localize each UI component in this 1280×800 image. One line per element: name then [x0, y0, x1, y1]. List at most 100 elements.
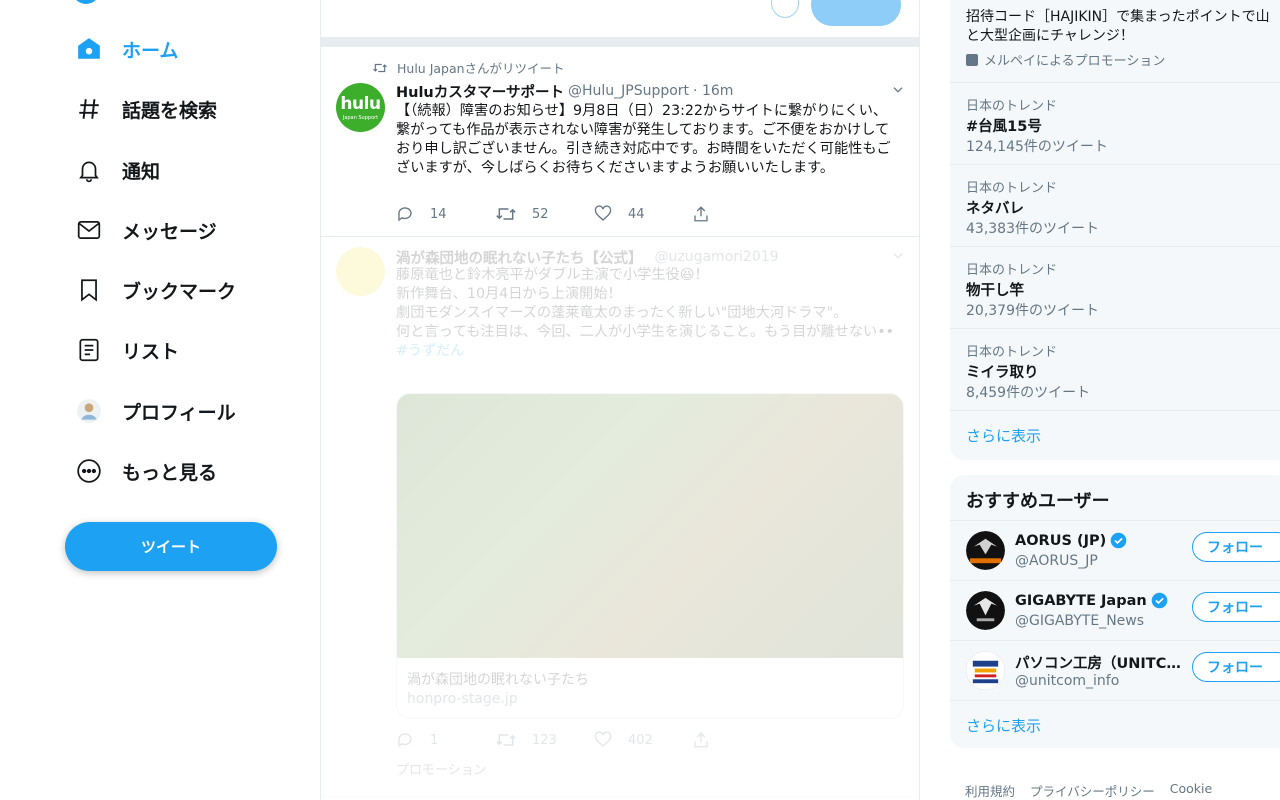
tweet-text: 【（続報）障害のお知らせ】9月8日（日）23:22からサイトに繋がりにくい、繋が… [396, 103, 891, 176]
avatar[interactable]: hulu Japan Support [336, 83, 385, 132]
trends-panel: 招待コード［HAJIKIN］で集まったポイントで山 と大型企画にチャレンジ！ メ… [950, 0, 1280, 460]
nav-notifications[interactable]: 通知 [60, 145, 176, 195]
trend-item[interactable]: 日本のトレンド ネタバレ 43,383件のツイート [950, 164, 1280, 246]
nav-profile[interactable]: プロフィール [60, 386, 252, 436]
retweet-button[interactable]: 123 [496, 731, 557, 749]
chevron-down-icon[interactable] [891, 83, 905, 97]
trend-title: #台風15号 [966, 119, 1042, 135]
avatar-icon [76, 398, 102, 424]
reply-icon [398, 733, 412, 748]
trend-category: 日本のトレンド [966, 99, 1058, 114]
trend-count: 43,383件のツイート [966, 221, 1099, 237]
user-suggestion[interactable]: GIGABYTE Japan @GIGABYTE_News フォロー [950, 580, 1280, 640]
tweet-author-handle[interactable]: @uzugamori2019 [655, 249, 779, 265]
like-button[interactable]: 44 [594, 205, 645, 223]
avatar [966, 591, 1005, 630]
trend-category: 日本のトレンド [966, 345, 1058, 360]
share-button[interactable] [692, 205, 726, 223]
trend-item[interactable]: 日本のトレンド ミイラ取り 8,459件のツイート [950, 328, 1280, 410]
nav-more[interactable]: もっと見る [60, 446, 233, 496]
retweet-icon [496, 734, 516, 746]
retweet-by-text: Hulu Japanさんがリツイート [397, 61, 565, 76]
retweet-icon [373, 63, 387, 72]
list-icon [76, 337, 102, 363]
show-more-link[interactable]: さらに表示 [966, 425, 1041, 446]
envelope-icon [76, 217, 102, 243]
tweet-time[interactable]: · 16m [693, 83, 733, 99]
nav-label: ホーム [122, 39, 179, 62]
promoted-icon [966, 53, 978, 66]
reply-count: 14 [430, 206, 447, 222]
tweet-line: 劇団モダンスイマーズの蓬莱竜太のまったく新しい"団地大河ドラマ"。 [396, 305, 848, 321]
progress-circle-icon [771, 0, 799, 18]
link-card[interactable]: 渦が森団地の眠れない子たち honpro-stage.jp [396, 393, 904, 719]
avatar [966, 531, 1005, 570]
tweet-author-handle[interactable]: @Hulu_JPSupport [568, 83, 689, 99]
retweet-count: 123 [532, 732, 557, 748]
trend-category: 日本のトレンド [966, 181, 1058, 196]
follow-button[interactable]: フォロー [1192, 532, 1280, 562]
trend-category: 日本のトレンド [966, 263, 1058, 278]
left-navigation: ホーム 話題を検索 通知 メッセージ ブックマーク リスト プロフィール もっと… [0, 0, 320, 800]
user-suggestion[interactable]: パソコン工房（UNITC… @unitcom_info フォロー [950, 640, 1280, 700]
show-more-link[interactable]: さらに表示 [966, 715, 1041, 736]
tweet-button[interactable]: ツイート [65, 522, 277, 571]
compose-tweet-button[interactable] [811, 0, 901, 26]
avatar [966, 651, 1005, 690]
card-title: 渦が森団地の眠れない子たち [407, 672, 589, 688]
follow-button[interactable]: フォロー [1192, 652, 1280, 682]
chevron-down-icon[interactable] [891, 249, 905, 263]
reply-button[interactable]: 1 [396, 731, 438, 749]
nav-explore[interactable]: 話題を検索 [60, 84, 233, 134]
trend-item[interactable]: 日本のトレンド 物干し竿 20,379件のツイート [950, 246, 1280, 328]
tweet-text: 藤原竜也と鈴木亮平がダブル主演で小学生役😆！ 新作舞台、10月4日から上演開始！… [396, 266, 896, 361]
tweet-header: 渦が森団地の眠れない子たち【公式】 @uzugamori2019 [396, 247, 905, 267]
hashtag-link[interactable]: #うずだん [396, 342, 896, 361]
home-icon [76, 36, 102, 62]
card-link: honpro-stage.jp [407, 691, 518, 707]
trend-item[interactable]: 日本のトレンド #台風15号 124,145件のツイート [950, 82, 1280, 164]
follow-button[interactable]: フォロー [1192, 592, 1280, 622]
avatar-logo-subtext: Japan Support [342, 115, 379, 121]
nav-messages[interactable]: メッセージ [60, 205, 233, 255]
tweet-line: 藤原竜也と鈴木亮平がダブル主演で小学生役😆！ [396, 267, 709, 283]
nav-bookmarks[interactable]: ブックマーク [60, 265, 252, 315]
heart-icon [594, 205, 612, 221]
tweet-line: 新作舞台、10月4日から上演開始！ [396, 286, 622, 302]
trend-title: 物干し竿 [966, 283, 1024, 299]
timeline: Hulu Japanさんがリツイート hulu Japan Support Hu… [320, 0, 920, 800]
nav-home[interactable]: ホーム [60, 24, 194, 74]
terms-link[interactable]: 利用規約 [965, 781, 1015, 800]
user-handle: @unitcom_info [1015, 673, 1120, 689]
more-circle-icon [76, 458, 102, 484]
tweet[interactable]: Hulu Japanさんがリツイート hulu Japan Support Hu… [321, 47, 919, 237]
tweet-author-name[interactable]: 渦が森団地の眠れない子たち【公式】 [396, 247, 643, 268]
user-suggestion[interactable]: AORUS (JP) @AORUS_JP フォロー [950, 520, 1280, 580]
promoted-trend[interactable]: 招待コード［HAJIKIN］で集まったポイントで山 と大型企画にチャレンジ！ [966, 8, 1270, 46]
cookie-link[interactable]: Cookie [1170, 781, 1212, 800]
twitter-logo-icon[interactable] [72, 0, 100, 4]
reply-icon [398, 207, 412, 222]
divider [321, 38, 919, 47]
nav-label: メッセージ [122, 220, 217, 243]
reply-button[interactable]: 14 [396, 205, 447, 223]
promoted-tweet[interactable]: 渦が森団地の眠れない子たち【公式】 @uzugamori2019 藤原竜也と鈴木… [321, 237, 919, 797]
tweet-actions: 1 123 402 [396, 731, 796, 753]
retweet-button[interactable]: 52 [496, 205, 549, 223]
user-name-text: GIGABYTE Japan [1015, 592, 1147, 609]
trend-title: ネタバレ [966, 201, 1024, 217]
bell-icon [76, 157, 102, 183]
like-button[interactable]: 402 [594, 731, 653, 749]
avatar[interactable] [336, 247, 385, 296]
tweet-author-name[interactable]: Huluカスタマーサポート [396, 81, 564, 102]
promoted-by: メルペイによるプロモーション [966, 50, 1165, 69]
share-button[interactable] [692, 731, 726, 749]
tweet-line: 何と言っても注目は、今回、二人が小学生を演じること。もう目が離せない•• [396, 324, 894, 340]
privacy-link[interactable]: プライバシーポリシー [1030, 781, 1155, 800]
promotion-label: プロモーション [396, 763, 487, 778]
promoted-trend-line: と大型企画にチャレンジ！ [966, 28, 1134, 44]
like-count: 402 [628, 732, 653, 748]
trend-count: 124,145件のツイート [966, 139, 1108, 155]
nav-lists[interactable]: リスト [60, 325, 195, 375]
like-count: 44 [628, 206, 645, 222]
